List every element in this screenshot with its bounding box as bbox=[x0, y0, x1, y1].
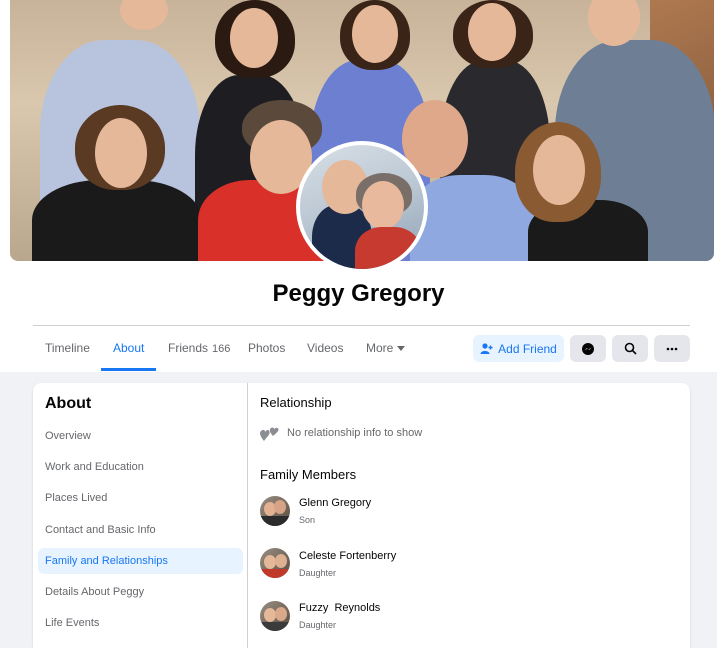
family-member-relation: Daughter bbox=[299, 620, 337, 630]
tab-friends-label: Friends bbox=[168, 341, 209, 355]
sidebar-item-life-events[interactable]: Life Events bbox=[45, 617, 99, 629]
tab-more-label: More bbox=[366, 341, 394, 355]
profile-name: Peggy Gregory bbox=[272, 280, 445, 307]
tab-photos[interactable]: Photos bbox=[248, 341, 285, 355]
family-member-name[interactable]: Fuzzy Reynolds bbox=[299, 602, 380, 614]
family-member-avatar[interactable] bbox=[260, 496, 290, 526]
tab-timeline[interactable]: Timeline bbox=[45, 341, 90, 355]
family-member-name[interactable]: Glenn Gregory bbox=[299, 497, 371, 509]
chevron-down-icon bbox=[397, 346, 406, 352]
family-member-avatar[interactable] bbox=[260, 548, 290, 578]
sidebar-item-overview[interactable]: Overview bbox=[45, 430, 91, 442]
family-member-name[interactable]: Celeste Fortenberry bbox=[299, 550, 396, 562]
add-friend-button[interactable]: Add Friend bbox=[473, 335, 564, 362]
sidebar-item-details[interactable]: Details About Peggy bbox=[45, 586, 144, 598]
sidebar-item-work-education[interactable]: Work and Education bbox=[45, 461, 144, 473]
tab-more[interactable]: More bbox=[366, 341, 406, 355]
relationship-status-text: No relationship info to show bbox=[287, 427, 423, 439]
profile-avatar[interactable] bbox=[296, 141, 428, 273]
search-button[interactable] bbox=[612, 335, 648, 362]
about-heading: About bbox=[45, 395, 92, 412]
family-members-heading: Family Members bbox=[260, 467, 357, 482]
hearts-icon bbox=[260, 427, 279, 441]
profile-header: Peggy Gregory Timeline About Friends 166 … bbox=[0, 0, 717, 372]
family-member-relation: Son bbox=[299, 515, 316, 525]
sidebar-item-contact-info[interactable]: Contact and Basic Info bbox=[45, 524, 156, 536]
more-options-button[interactable] bbox=[654, 335, 690, 362]
relationship-heading: Relationship bbox=[260, 395, 332, 410]
tab-about[interactable]: About bbox=[113, 341, 144, 355]
search-icon bbox=[624, 342, 637, 355]
add-friend-icon bbox=[480, 343, 493, 354]
family-member-relation: Daughter bbox=[299, 568, 337, 578]
messenger-button[interactable] bbox=[570, 335, 606, 362]
add-friend-label: Add Friend bbox=[498, 341, 557, 356]
friends-count: 166 bbox=[212, 343, 231, 355]
tab-friends[interactable]: Friends 166 bbox=[168, 341, 230, 355]
sidebar-item-family-relationships[interactable]: Family and Relationships bbox=[45, 555, 168, 567]
sidebar-item-places-lived[interactable]: Places Lived bbox=[45, 492, 107, 504]
family-member-avatar[interactable] bbox=[260, 601, 290, 631]
ellipsis-icon bbox=[666, 347, 678, 350]
active-tab-indicator bbox=[101, 368, 156, 371]
card-column-divider bbox=[247, 383, 248, 648]
header-divider bbox=[33, 325, 690, 326]
tab-videos[interactable]: Videos bbox=[307, 341, 343, 355]
messenger-icon bbox=[582, 342, 594, 355]
